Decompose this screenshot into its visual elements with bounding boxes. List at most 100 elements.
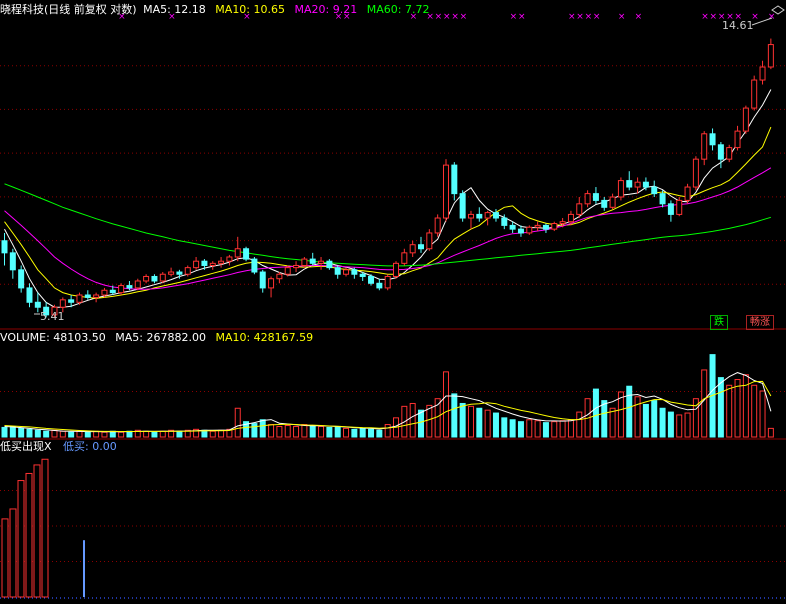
volume-bar [576,411,583,438]
volume-bar [293,425,300,438]
volume-bar [259,419,266,438]
candle-body [9,252,16,271]
candle [409,240,416,257]
candle-body [84,294,91,298]
candle-body [68,299,75,303]
candle-body [617,180,624,198]
volume-bar [701,369,708,438]
volume-bar [68,431,75,438]
candle-body [259,271,266,289]
candle-body [134,280,141,289]
signal-marker-x: × [768,12,776,22]
candle-body [143,275,150,282]
candle [26,283,33,308]
volume-bar [368,428,375,438]
volume-bar [43,430,50,438]
candle-body [526,226,533,234]
candle [93,292,100,303]
candle-body [301,258,308,266]
candle [484,210,491,226]
candle-body [592,193,599,201]
volume-bar [1,426,8,438]
candle [767,38,774,70]
candle [701,131,708,166]
candle-body [434,217,441,234]
candle [418,236,424,253]
candle [742,105,749,134]
candle-body [368,275,375,284]
signal-marker-x: × [510,12,518,22]
candle [326,259,333,270]
volume-bar [467,405,474,438]
volume-bar [251,423,258,438]
volume-bar [276,425,283,438]
candle [667,200,674,222]
candle [751,75,758,111]
candle-body [659,193,666,205]
candle [442,159,449,222]
ma20-readout: MA20: 9.21 [294,3,358,16]
volume-panel-header: VOLUME: 48103.50 MA5: 267882.00 MA10: 42… [0,331,319,345]
indicator-title: 低买出现X [0,440,52,453]
candlesticks [1,38,774,318]
volume-bar [601,400,608,438]
candle-body [651,186,658,195]
volume-bar [101,431,108,438]
candle [318,256,325,270]
volume-bar [9,425,16,438]
rise-signal-badge[interactable]: 畅涨 [746,315,774,330]
candle [151,274,158,284]
indicator-bar [41,458,49,598]
volume-bar [118,431,125,438]
candle [617,177,624,201]
signal-marker-x: × [635,12,643,22]
candle [226,254,233,266]
volume-readout: VOLUME: 48103.50 [0,331,106,344]
ma5-readout: MA5: 12.18 [143,3,206,16]
price-panel-header: 晓程科技(日线 前复权 对数) MA5: 12.18 MA10: 10.65 M… [0,3,435,17]
signal-marker-x: × [518,12,526,22]
candle-body [667,203,674,215]
candle [309,252,316,266]
candle-body [559,221,566,225]
volume-bar [626,385,633,438]
volume-bar [767,427,774,438]
volume-bar [426,404,433,438]
candle [401,248,408,266]
candle-body [709,133,716,146]
candle-body [642,181,649,188]
volume-bar [234,407,241,438]
indicator-bars [1,458,85,598]
candle-body [109,289,116,294]
volume-bar [526,419,533,438]
signal-marker-x: × [618,12,626,22]
volume-bar [659,407,666,438]
candle-body [34,301,41,308]
fall-signal-badge[interactable]: 跌 [710,315,728,330]
candle [84,290,91,300]
ma60-readout: MA60: 7.72 [366,3,430,16]
candle [334,265,341,279]
stock-chart[interactable]: × × × × × × × × × × × × × × × × × × × × × × × × × × [0,0,786,604]
volume-bar [176,430,183,438]
volume-bar [551,421,558,438]
candle [218,256,225,268]
period-low-label: 5.41 [40,310,65,323]
candle [168,267,175,277]
candle-body [159,273,166,282]
signal-marker-x: × [443,12,451,22]
candle-body [234,248,241,258]
signal-marker-x: × [460,12,468,22]
candle-body [742,107,749,132]
volume-bar [676,414,683,438]
candle-body [684,186,691,201]
volume-bar [309,425,316,438]
candle [584,190,591,208]
candle-body [26,287,33,303]
candle-body [726,147,733,160]
candle-body [251,258,258,273]
stock-title: 晓程科技(日线 前复权 对数) [0,3,137,16]
candle-body [343,269,350,275]
signal-marker-x: × [576,12,584,22]
volume-bar [318,425,325,438]
